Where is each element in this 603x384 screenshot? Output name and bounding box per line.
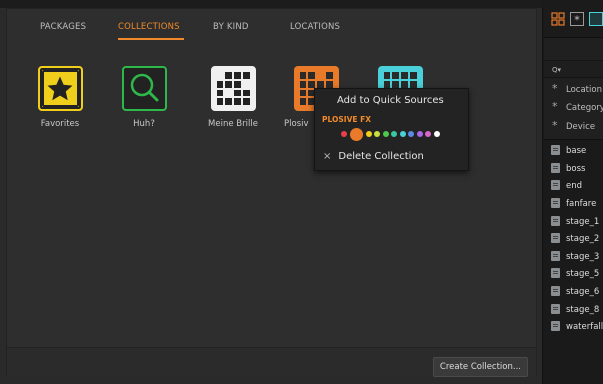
file-icon — [551, 145, 560, 155]
asterisk-icon: * — [552, 82, 558, 95]
collection-huh[interactable]: Huh? — [109, 66, 179, 129]
list-item-label: stage_8 — [566, 305, 600, 315]
close-icon: × — [323, 151, 332, 162]
magnifier-icon — [121, 66, 167, 111]
list-item-label: stage_2 — [566, 234, 600, 244]
filter-device[interactable]: * Device — [544, 117, 603, 135]
collection-favorites[interactable]: Favorites — [25, 66, 95, 129]
file-icon — [551, 216, 560, 226]
collection-label: Meine Brille — [208, 119, 258, 129]
list-item[interactable]: base — [544, 142, 603, 159]
color-swatch[interactable] — [416, 131, 423, 137]
right-toolbar: * — [544, 0, 603, 38]
tab-bar: PACKAGES COLLECTIONS BY KIND LOCATIONS — [7, 9, 536, 45]
tab-collections[interactable]: COLLECTIONS — [118, 22, 180, 32]
delete-collection-label: Delete Collection — [338, 151, 424, 162]
color-swatch[interactable] — [341, 131, 347, 137]
collections-view: PACKAGES COLLECTIONS BY KIND LOCATIONS F… — [6, 8, 537, 377]
file-icon — [551, 251, 560, 261]
list-item-label: boss — [566, 164, 586, 174]
list-item[interactable]: end — [544, 177, 603, 194]
color-section-label: PLOSIVE FX — [322, 115, 372, 124]
browser-panel: PACKAGES COLLECTIONS BY KIND LOCATIONS F… — [0, 0, 543, 384]
file-icon — [551, 180, 560, 190]
file-icon — [551, 233, 560, 243]
filter-label: Location — [566, 85, 602, 95]
tab-packages[interactable]: PACKAGES — [40, 22, 86, 32]
active-tab-indicator — [118, 38, 184, 40]
add-to-quick-sources-item[interactable]: Add to Quick Sources — [315, 95, 468, 106]
color-swatch[interactable] — [425, 131, 431, 137]
color-swatch[interactable] — [365, 131, 372, 137]
list-item[interactable]: waterfall — [544, 318, 603, 335]
create-collection-button[interactable]: Create Collection... — [432, 357, 528, 377]
collections-view-icon[interactable] — [551, 12, 565, 26]
bottom-bar: Create Collection... — [7, 347, 536, 377]
list-item-label: stage_5 — [566, 269, 600, 279]
color-swatch[interactable] — [399, 131, 406, 137]
list-item-label: stage_3 — [566, 252, 600, 262]
list-item[interactable]: boss — [544, 160, 603, 177]
list-item[interactable]: stage_6 — [544, 283, 603, 300]
file-list: base boss end fanfare stage_1 stage_2 st… — [544, 139, 603, 384]
delete-collection-item[interactable]: × Delete Collection — [315, 151, 468, 162]
top-border — [0, 0, 543, 8]
list-item-label: stage_6 — [566, 287, 600, 297]
color-swatch[interactable] — [391, 131, 397, 137]
collection-label: Huh? — [133, 119, 155, 129]
filter-label: Device — [566, 122, 596, 132]
tab-locations[interactable]: LOCATIONS — [290, 22, 340, 32]
file-icon — [551, 163, 560, 173]
list-item[interactable]: stage_1 — [544, 213, 603, 230]
file-icon — [551, 321, 560, 331]
file-icon — [551, 268, 560, 278]
star-icon — [37, 66, 83, 111]
asterisk-icon[interactable]: * — [570, 12, 584, 27]
list-item[interactable]: stage_3 — [544, 248, 603, 265]
filter-category[interactable]: * Category — [544, 98, 603, 116]
list-item[interactable]: stage_8 — [544, 301, 603, 318]
list-item-label: waterfall — [566, 322, 603, 332]
color-swatch[interactable] — [433, 131, 440, 137]
collection-meine-brille[interactable]: Meine Brille — [198, 66, 268, 129]
grid-icon — [210, 66, 256, 111]
list-item-label: stage_1 — [566, 217, 600, 227]
list-item[interactable]: fanfare — [544, 195, 603, 212]
device-view-icon[interactable] — [589, 12, 603, 26]
search-icon: Q▾ — [552, 66, 562, 74]
asterisk-icon: * — [552, 100, 558, 113]
right-panel: * Q▾ * Location * Category * Device base… — [544, 0, 603, 384]
svg-text:*: * — [574, 14, 580, 27]
file-icon — [551, 198, 560, 208]
asterisk-icon: * — [552, 119, 558, 132]
file-icon — [551, 304, 560, 314]
list-item-label: end — [566, 181, 583, 191]
context-menu: Add to Quick Sources PLOSIVE FX × Delete … — [314, 88, 469, 171]
color-swatch[interactable] — [374, 131, 380, 137]
list-item-label: base — [566, 146, 587, 156]
filter-label: Category — [566, 103, 603, 113]
color-swatch[interactable] — [382, 131, 389, 137]
search-field[interactable]: Q▾ — [544, 60, 603, 78]
color-swatch[interactable] — [408, 131, 414, 137]
tab-by-kind[interactable]: BY KIND — [213, 22, 249, 32]
list-item-label: fanfare — [566, 199, 597, 209]
collection-label: Favorites — [40, 119, 80, 129]
list-item[interactable]: stage_2 — [544, 230, 603, 247]
color-swatch[interactable] — [349, 128, 363, 141]
list-item[interactable]: stage_5 — [544, 265, 603, 282]
filter-location[interactable]: * Location — [544, 80, 603, 98]
file-icon — [551, 286, 560, 296]
